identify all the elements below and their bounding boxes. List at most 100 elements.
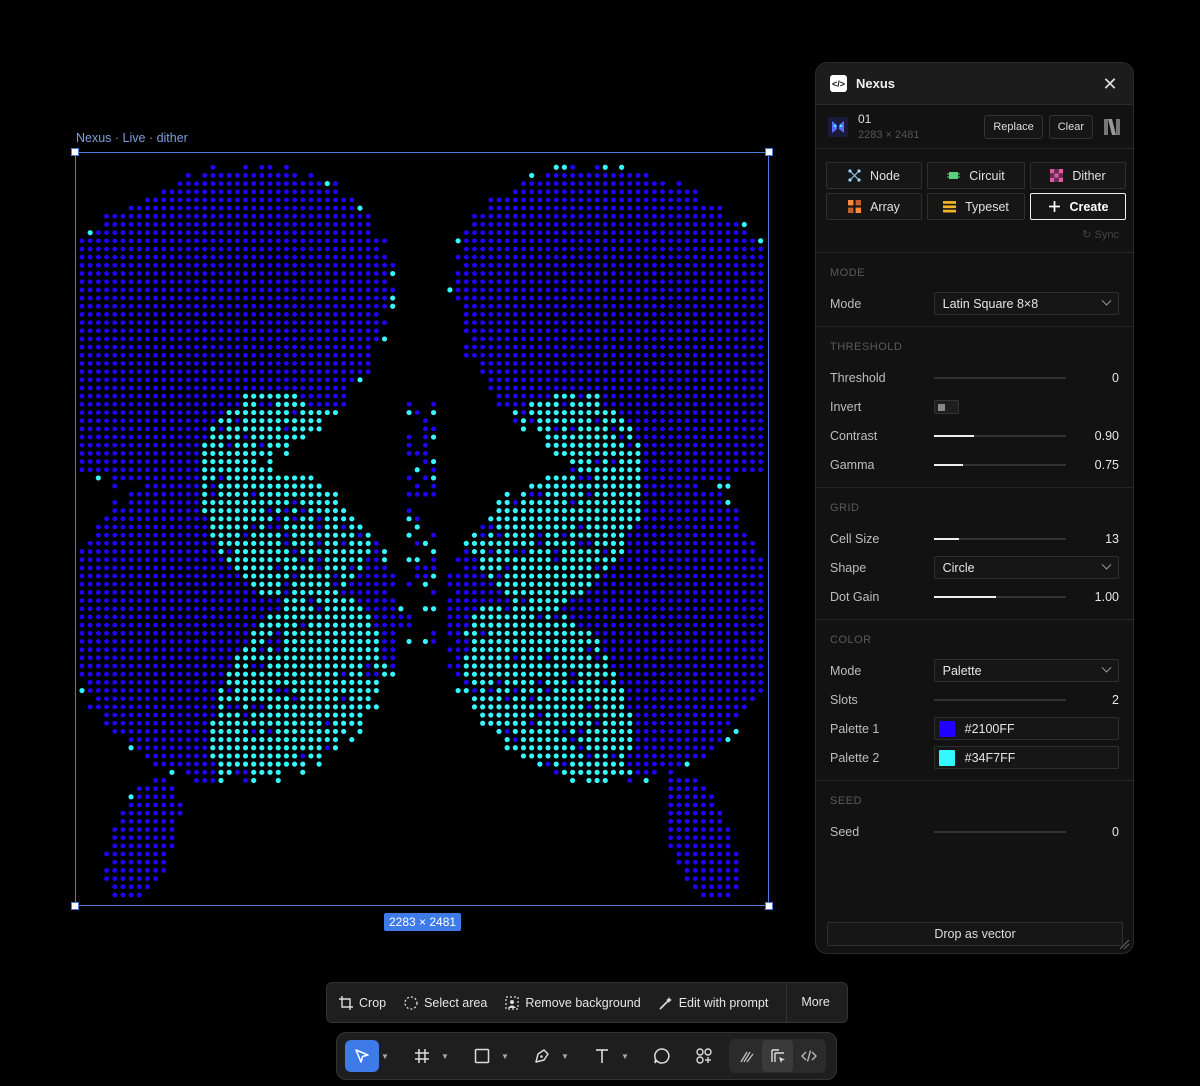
dither-dot — [537, 630, 543, 636]
dither-dot — [586, 205, 592, 211]
dither-dot — [422, 606, 428, 612]
dither-dot — [226, 254, 232, 260]
dither-dot — [242, 516, 249, 522]
dither-dot — [741, 418, 747, 424]
dither-dot — [226, 630, 232, 636]
dither-dot — [95, 459, 101, 464]
dither-dot — [611, 377, 616, 383]
dither-dot — [643, 532, 649, 538]
dither-dot — [324, 606, 330, 612]
dither-dot — [570, 328, 575, 334]
dither-dot — [651, 508, 657, 514]
dither-dot — [95, 581, 101, 587]
dither-dot — [733, 467, 739, 473]
dither-dot — [472, 238, 477, 244]
dither-dot — [569, 524, 576, 530]
dither-dot — [194, 712, 199, 718]
dither-dot — [709, 712, 714, 718]
dither-dot — [251, 287, 257, 293]
dither-dot — [251, 409, 257, 416]
dither-dot — [717, 205, 723, 211]
dither-dot — [610, 704, 617, 710]
dither-dot — [267, 614, 273, 620]
dither-dot — [643, 679, 649, 685]
dither-dot — [422, 638, 428, 645]
dither-dot — [488, 369, 494, 375]
dither-dot — [619, 410, 625, 415]
dither-dot — [586, 704, 592, 710]
dither-dot — [709, 312, 714, 317]
dither-dot — [112, 565, 118, 571]
dither-dot — [635, 393, 641, 399]
dither-dot — [684, 590, 690, 595]
dither-dot — [692, 434, 698, 440]
dither-dot — [316, 630, 322, 636]
frame-label: Nexus · Live · dither — [76, 131, 188, 145]
dither-dot — [668, 630, 674, 636]
dither-dot — [741, 401, 747, 407]
dither-dot — [153, 516, 158, 522]
dither-dot — [357, 213, 363, 219]
dither-dot — [643, 622, 649, 628]
dither-dot — [194, 475, 199, 481]
dither-dot — [79, 655, 85, 661]
dither-dot — [153, 246, 158, 252]
dither-dot — [668, 295, 674, 301]
dither-dot — [161, 271, 167, 276]
dither-dot — [324, 704, 330, 710]
dither-dot — [676, 279, 682, 285]
dither-dot — [651, 573, 657, 579]
dither-dot — [610, 696, 617, 702]
dither-dot — [520, 630, 527, 636]
dither-canvas-frame[interactable] — [71, 148, 773, 910]
dither-dot — [521, 238, 526, 244]
dither-dot — [594, 434, 600, 440]
dither-dot — [455, 655, 461, 661]
dither-dot — [619, 499, 625, 506]
dither-dot — [733, 312, 739, 317]
dither-dot — [619, 401, 625, 407]
dither-dot — [529, 589, 535, 596]
dither-dot — [283, 254, 289, 260]
dither-dot — [251, 222, 257, 227]
dither-dot — [758, 295, 764, 301]
dither-dot — [569, 761, 576, 767]
dither-dot — [512, 361, 518, 366]
dither-dot — [145, 614, 150, 620]
dither-dot — [194, 622, 199, 628]
dither-dot — [120, 377, 126, 383]
dither-dot — [553, 369, 559, 375]
dither-dot — [406, 638, 412, 645]
dither-dot — [561, 532, 567, 538]
dither-dot — [226, 328, 232, 334]
dither-dot — [365, 303, 371, 309]
dither-dot — [561, 344, 567, 350]
dither-dot — [226, 540, 232, 546]
dither-dot — [643, 524, 649, 530]
dither-dot — [226, 491, 232, 497]
dither-dot — [610, 499, 617, 506]
dither-dot — [651, 606, 657, 612]
dither-dot — [480, 361, 486, 366]
dither-dot — [529, 736, 535, 743]
dither-dot — [741, 557, 747, 563]
dither-dot — [291, 426, 298, 432]
dither-dot — [684, 426, 690, 432]
dither-dot — [414, 540, 420, 546]
dither-dot — [242, 753, 249, 759]
dither-dot — [610, 467, 617, 473]
dither-dot — [725, 410, 731, 415]
dither-dot — [700, 442, 706, 448]
dither-dot — [341, 565, 347, 571]
dither-dot — [611, 630, 616, 636]
dither-dot — [259, 205, 265, 211]
dither-dot — [651, 213, 657, 219]
dither-dot — [611, 181, 616, 186]
dither-dot — [169, 475, 175, 481]
dither-dot — [643, 279, 649, 285]
dither-dot — [619, 418, 625, 424]
dither-dot — [292, 238, 297, 244]
dither-dot — [758, 565, 764, 571]
dither-dot — [619, 753, 625, 759]
dither-dot — [496, 312, 502, 317]
